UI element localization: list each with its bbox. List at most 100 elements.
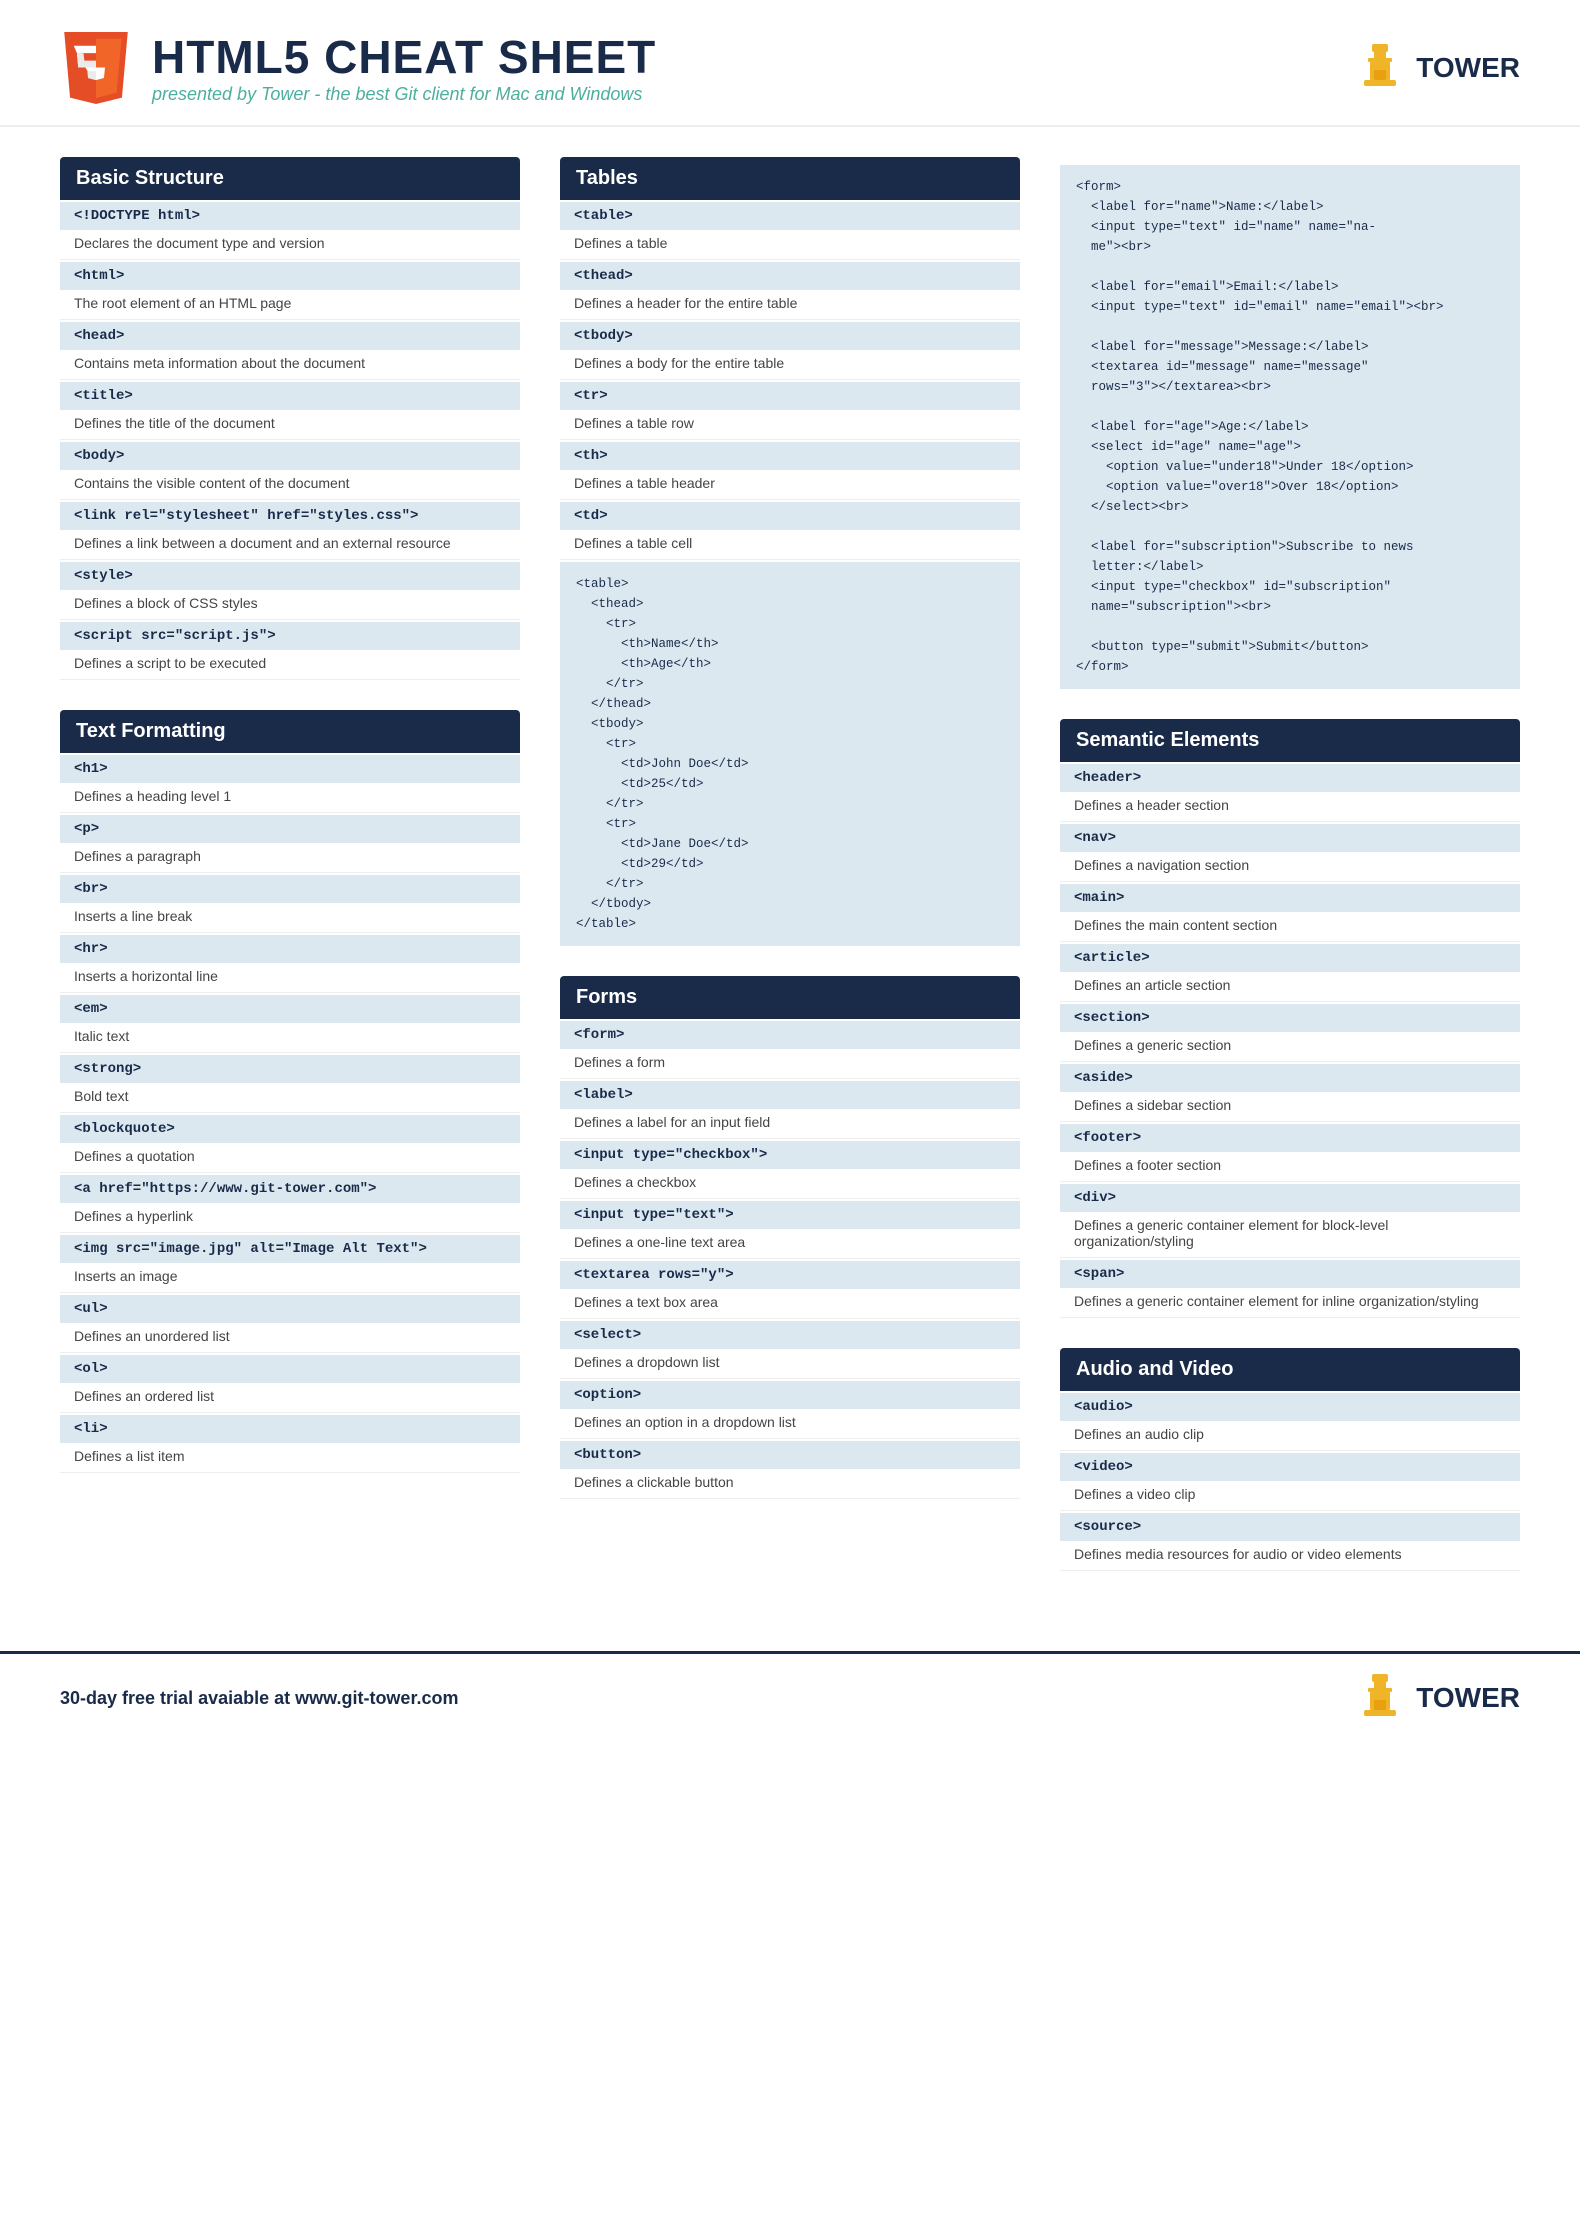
desc-strong: Bold text bbox=[60, 1083, 520, 1113]
tag-textarea: <textarea rows="y"> bbox=[560, 1261, 1020, 1289]
desc-style: Defines a block of CSS styles bbox=[60, 590, 520, 620]
desc-footer: Defines a footer section bbox=[1060, 1152, 1520, 1182]
desc-input-text: Defines a one-line text area bbox=[560, 1229, 1020, 1259]
semantic-items: <header> Defines a header section <nav> … bbox=[1060, 764, 1520, 1318]
desc-div: Defines a generic container element for … bbox=[1060, 1212, 1520, 1258]
text-formatting-items: <h1> Defines a heading level 1 <p> Defin… bbox=[60, 755, 520, 1473]
tag-link: <link rel="stylesheet" href="styles.css"… bbox=[60, 502, 520, 530]
tag-tbody: <tbody> bbox=[560, 322, 1020, 350]
desc-hr: Inserts a horizontal line bbox=[60, 963, 520, 993]
tag-html: <html> bbox=[60, 262, 520, 290]
desc-th: Defines a table header bbox=[560, 470, 1020, 500]
tables-header: Tables bbox=[560, 157, 1020, 200]
tag-table: <table> bbox=[560, 202, 1020, 230]
header-title-block: HTML5 CHEAT SHEET presented by Tower - t… bbox=[152, 30, 656, 105]
column-2: Tables <table> Defines a table <thead> D… bbox=[540, 157, 1040, 1601]
tables-items: <table> Defines a table <thead> Defines … bbox=[560, 202, 1020, 560]
desc-textarea: Defines a text box area bbox=[560, 1289, 1020, 1319]
form-code-section: <form> <label for="name">Name:</label> <… bbox=[1060, 165, 1520, 689]
tag-nav: <nav> bbox=[1060, 824, 1520, 852]
tower-label-footer: TOWER bbox=[1416, 1682, 1520, 1714]
tag-th: <th> bbox=[560, 442, 1020, 470]
desc-button: Defines a clickable button bbox=[560, 1469, 1020, 1499]
desc-doctype: Declares the document type and version bbox=[60, 230, 520, 260]
desc-form: Defines a form bbox=[560, 1049, 1020, 1079]
basic-structure-section: Basic Structure <!DOCTYPE html> Declares… bbox=[60, 157, 520, 680]
desc-p: Defines a paragraph bbox=[60, 843, 520, 873]
footer-text: 30-day free trial avaiable at www.git-to… bbox=[60, 1688, 458, 1709]
tower-icon-footer bbox=[1354, 1672, 1406, 1724]
desc-span: Defines a generic container element for … bbox=[1060, 1288, 1520, 1318]
tag-select: <select> bbox=[560, 1321, 1020, 1349]
tower-logo-header: TOWER bbox=[1354, 42, 1520, 94]
column-1: Basic Structure <!DOCTYPE html> Declares… bbox=[40, 157, 540, 1601]
tag-aside: <aside> bbox=[1060, 1064, 1520, 1092]
desc-script: Defines a script to be executed bbox=[60, 650, 520, 680]
tag-hr: <hr> bbox=[60, 935, 520, 963]
desc-input-checkbox: Defines a checkbox bbox=[560, 1169, 1020, 1199]
tag-span: <span> bbox=[1060, 1260, 1520, 1288]
tables-section: Tables <table> Defines a table <thead> D… bbox=[560, 157, 1020, 946]
tag-h1: <h1> bbox=[60, 755, 520, 783]
desc-section: Defines a generic section bbox=[1060, 1032, 1520, 1062]
tower-icon-header bbox=[1354, 42, 1406, 94]
tag-form: <form> bbox=[560, 1021, 1020, 1049]
page-header: HTML5 CHEAT SHEET presented by Tower - t… bbox=[0, 0, 1580, 127]
desc-head: Contains meta information about the docu… bbox=[60, 350, 520, 380]
tag-br: <br> bbox=[60, 875, 520, 903]
tag-section: <section> bbox=[1060, 1004, 1520, 1032]
desc-tbody: Defines a body for the entire table bbox=[560, 350, 1020, 380]
page-title: HTML5 CHEAT SHEET bbox=[152, 30, 656, 84]
tag-article: <article> bbox=[1060, 944, 1520, 972]
column-3: <form> <label for="name">Name:</label> <… bbox=[1040, 157, 1540, 1601]
tag-li: <li> bbox=[60, 1415, 520, 1443]
desc-thead: Defines a header for the entire table bbox=[560, 290, 1020, 320]
basic-structure-items: <!DOCTYPE html> Declares the document ty… bbox=[60, 202, 520, 680]
desc-br: Inserts a line break bbox=[60, 903, 520, 933]
semantic-section: Semantic Elements <header> Defines a hea… bbox=[1060, 719, 1520, 1318]
tag-head: <head> bbox=[60, 322, 520, 350]
desc-td: Defines a table cell bbox=[560, 530, 1020, 560]
desc-tr: Defines a table row bbox=[560, 410, 1020, 440]
tag-blockquote: <blockquote> bbox=[60, 1115, 520, 1143]
tag-tr: <tr> bbox=[560, 382, 1020, 410]
tag-thead: <thead> bbox=[560, 262, 1020, 290]
basic-structure-header: Basic Structure bbox=[60, 157, 520, 200]
forms-header: Forms bbox=[560, 976, 1020, 1019]
tag-label: <label> bbox=[560, 1081, 1020, 1109]
tag-title: <title> bbox=[60, 382, 520, 410]
tables-code-example: <table> <thead> <tr> <th>Name</th> <th>A… bbox=[560, 562, 1020, 946]
desc-img: Inserts an image bbox=[60, 1263, 520, 1293]
desc-nav: Defines a navigation section bbox=[1060, 852, 1520, 882]
tag-audio: <audio> bbox=[1060, 1393, 1520, 1421]
desc-a: Defines a hyperlink bbox=[60, 1203, 520, 1233]
audio-video-section: Audio and Video <audio> Defines an audio… bbox=[1060, 1348, 1520, 1571]
desc-video: Defines a video clip bbox=[1060, 1481, 1520, 1511]
tower-label-header: TOWER bbox=[1416, 52, 1520, 84]
html5-logo-icon bbox=[60, 32, 132, 104]
desc-h1: Defines a heading level 1 bbox=[60, 783, 520, 813]
desc-body: Contains the visible content of the docu… bbox=[60, 470, 520, 500]
tag-strong: <strong> bbox=[60, 1055, 520, 1083]
tag-script: <script src="script.js"> bbox=[60, 622, 520, 650]
tag-td: <td> bbox=[560, 502, 1020, 530]
tag-style: <style> bbox=[60, 562, 520, 590]
header-subtitle: presented by Tower - the best Git client… bbox=[152, 84, 656, 105]
tag-em: <em> bbox=[60, 995, 520, 1023]
desc-article: Defines an article section bbox=[1060, 972, 1520, 1002]
form-code-example: <form> <label for="name">Name:</label> <… bbox=[1060, 165, 1520, 689]
tag-input-text: <input type="text"> bbox=[560, 1201, 1020, 1229]
tag-body: <body> bbox=[60, 442, 520, 470]
tag-button: <button> bbox=[560, 1441, 1020, 1469]
desc-main: Defines the main content section bbox=[1060, 912, 1520, 942]
desc-blockquote: Defines a quotation bbox=[60, 1143, 520, 1173]
tag-input-checkbox: <input type="checkbox"> bbox=[560, 1141, 1020, 1169]
desc-title: Defines the title of the document bbox=[60, 410, 520, 440]
audio-video-items: <audio> Defines an audio clip <video> De… bbox=[1060, 1393, 1520, 1571]
tag-footer: <footer> bbox=[1060, 1124, 1520, 1152]
desc-ul: Defines an unordered list bbox=[60, 1323, 520, 1353]
desc-html: The root element of an HTML page bbox=[60, 290, 520, 320]
tag-div: <div> bbox=[1060, 1184, 1520, 1212]
desc-option: Defines an option in a dropdown list bbox=[560, 1409, 1020, 1439]
desc-header: Defines a header section bbox=[1060, 792, 1520, 822]
